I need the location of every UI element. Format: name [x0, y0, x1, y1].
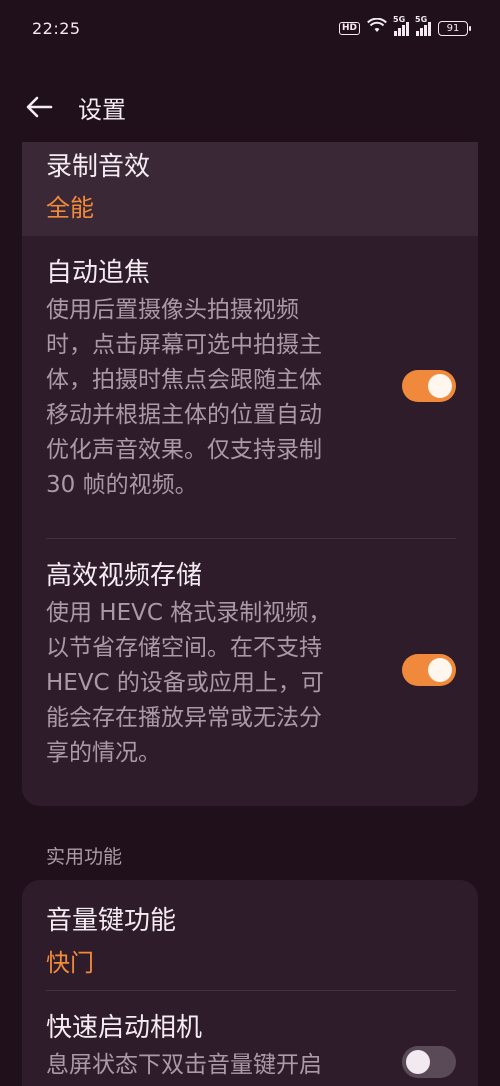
hevc-title: 高效视频存储	[46, 561, 203, 591]
cell-signal-icon: 5G	[393, 15, 409, 36]
quick-launch-toggle[interactable]	[402, 1046, 456, 1078]
section-header-practical: 实用功能	[46, 846, 123, 868]
wifi-icon	[367, 17, 387, 38]
settings-card-practical: 音量键功能 快门 快速启动相机 息屏状态下双击音量键开启	[22, 880, 478, 1086]
quick-launch-description: 息屏状态下双击音量键开启	[46, 1052, 322, 1078]
toggle-knob	[406, 1050, 430, 1074]
hd-icon: HD	[338, 21, 360, 35]
status-icons: HD 5G 5G 91	[338, 15, 471, 38]
app-header: 设置	[0, 72, 500, 142]
status-time: 22:25	[32, 18, 81, 38]
volume-key-row[interactable]: 音量键功能 快门	[22, 880, 478, 990]
settings-card-video: 录制音效 全能 自动追焦 使用后置摄像头拍摄视频 时，点击屏幕可选中拍摄主 体，…	[22, 142, 478, 806]
auto-focus-title: 自动追焦	[46, 258, 151, 288]
page-title: 设置	[78, 95, 126, 124]
toggle-knob	[428, 374, 452, 398]
hevc-toggle[interactable]	[402, 654, 456, 686]
recording-sound-row[interactable]: 录制音效 全能	[22, 142, 478, 236]
recording-sound-title: 录制音效	[46, 152, 151, 182]
back-arrow-icon[interactable]	[22, 90, 56, 124]
volume-key-title: 音量键功能	[46, 906, 177, 936]
recording-sound-value: 全能	[46, 194, 94, 222]
quick-launch-title: 快速启动相机	[46, 1013, 203, 1043]
status-bar: 22:25 HD 5G 5G 91	[0, 0, 500, 56]
auto-focus-description: 使用后置摄像头拍摄视频 时，点击屏幕可选中拍摄主 体，拍摄时焦点会跟随主体 移动…	[46, 297, 322, 498]
quick-launch-row[interactable]: 快速启动相机 息屏状态下双击音量键开启	[22, 991, 478, 1086]
auto-focus-toggle[interactable]	[402, 370, 456, 402]
hevc-row[interactable]: 高效视频存储 使用 HEVC 格式录制视频， 以节省存储空间。在不支持 HEVC…	[22, 539, 478, 806]
volume-key-value: 快门	[46, 949, 94, 977]
toggle-knob	[428, 658, 452, 682]
battery-icon: 91	[438, 20, 471, 36]
cell-signal-icon-2: 5G	[415, 15, 431, 36]
auto-focus-row[interactable]: 自动追焦 使用后置摄像头拍摄视频 时，点击屏幕可选中拍摄主 体，拍摄时焦点会跟随…	[22, 236, 478, 536]
hevc-description: 使用 HEVC 格式录制视频， 以节省存储空间。在不支持 HEVC 的设备或应用…	[46, 600, 332, 766]
